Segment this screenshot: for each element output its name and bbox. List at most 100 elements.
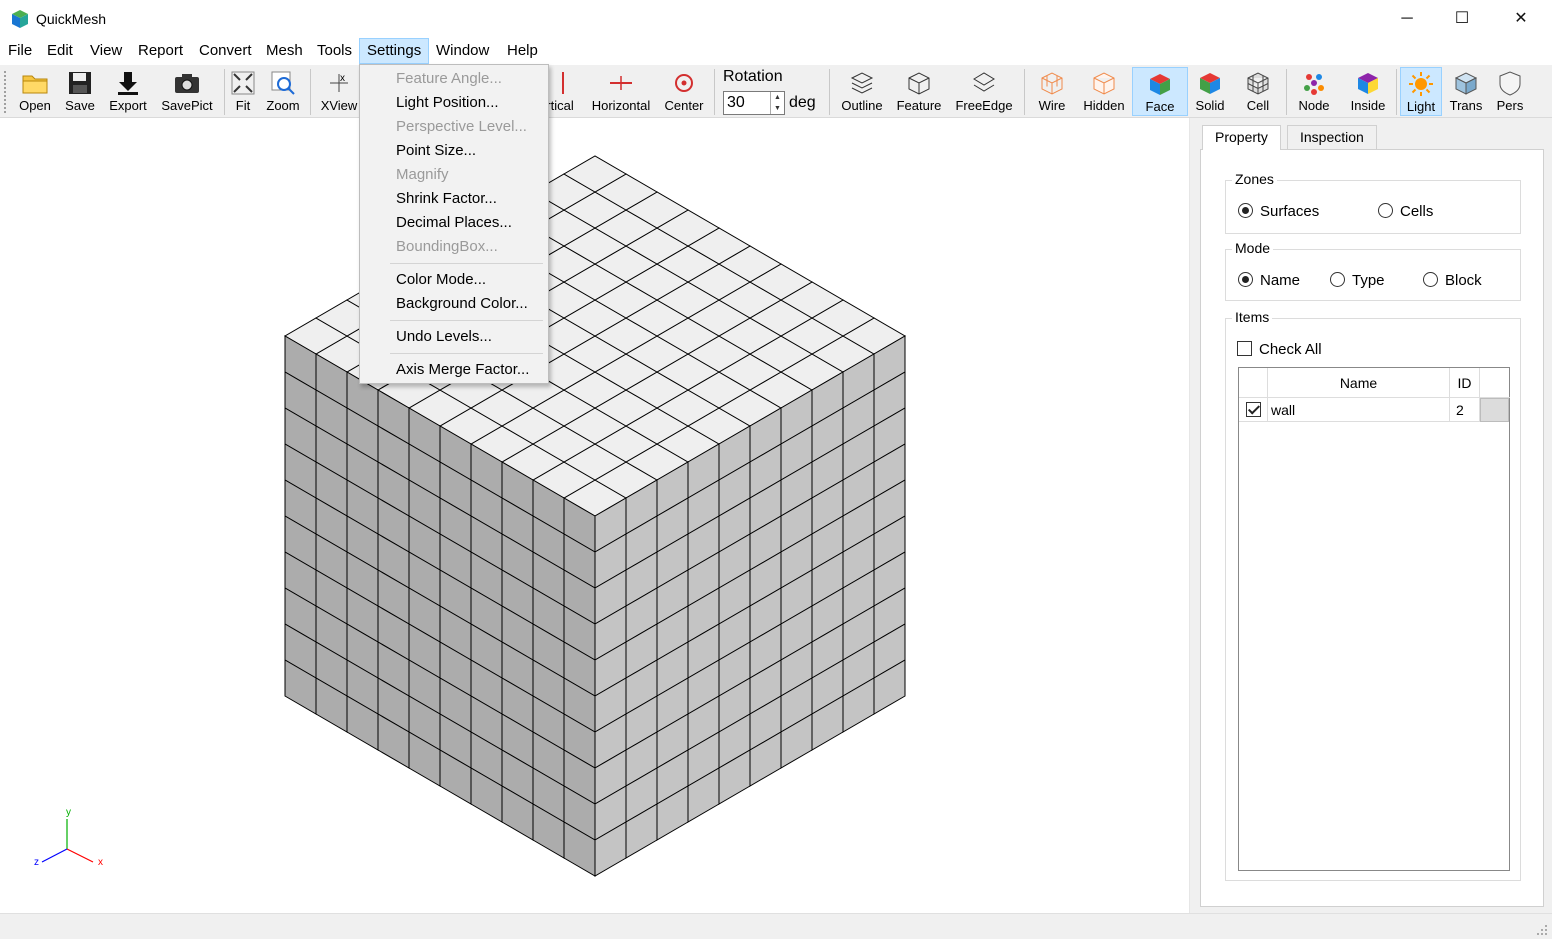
menu-item-point-size[interactable]: Point Size... <box>396 139 476 163</box>
menu-item-feature-angle[interactable]: Feature Angle... <box>396 67 502 91</box>
menu-item-color-mode[interactable]: Color Mode... <box>396 268 486 292</box>
menu-item-axis-merge-factor[interactable]: Axis Merge Factor... <box>396 358 529 382</box>
outline-button[interactable]: Outline <box>836 67 888 116</box>
mesh-canvas[interactable]: y x z <box>0 118 1190 913</box>
light-button[interactable]: Light <box>1400 67 1442 116</box>
horizontal-button[interactable]: Horizontal <box>590 67 652 116</box>
check-all-checkbox[interactable]: Check All <box>1237 341 1322 358</box>
trans-label: Trans <box>1449 98 1483 113</box>
menu-bar: File Edit View Report Convert Mesh Tools… <box>0 38 1552 65</box>
resize-grip-icon[interactable] <box>1536 924 1548 936</box>
open-button[interactable]: Open <box>12 67 58 116</box>
toolbar-grip[interactable] <box>4 71 7 113</box>
menu-item-light-position[interactable]: Light Position... <box>396 91 499 115</box>
menu-separator <box>390 353 543 354</box>
table-row-name[interactable]: wall <box>1268 398 1450 422</box>
table-row-color-swatch[interactable] <box>1480 398 1509 422</box>
mode-block-radio[interactable]: Block <box>1423 272 1482 289</box>
zoom-button[interactable]: Zoom <box>264 67 302 116</box>
checkbox-box <box>1246 402 1261 417</box>
wireframe-cube-icon <box>1041 72 1063 95</box>
inside-button[interactable]: Inside <box>1344 67 1392 116</box>
camera-icon <box>175 74 199 93</box>
zoom-label: Zoom <box>266 98 300 113</box>
center-button[interactable]: Center <box>660 67 708 116</box>
menu-item-decimal-places[interactable]: Decimal Places... <box>396 211 512 235</box>
menu-report[interactable]: Report <box>131 38 190 64</box>
menu-tools[interactable]: Tools <box>310 38 359 64</box>
settings-dropdown-menu: Feature Angle... Light Position... Persp… <box>359 64 549 384</box>
menu-item-bounding-box[interactable]: BoundingBox... <box>396 235 498 259</box>
pers-button[interactable]: Pers <box>1490 67 1530 116</box>
node-button[interactable]: Node <box>1292 67 1336 116</box>
menu-edit[interactable]: Edit <box>40 38 80 64</box>
cell-mesh-icon <box>1247 72 1269 95</box>
mode-group: Mode Name Type Block <box>1225 240 1521 301</box>
zones-surfaces-radio[interactable]: Surfaces <box>1238 203 1319 220</box>
face-button[interactable]: Face <box>1132 67 1188 116</box>
table-header-name[interactable]: Name <box>1268 368 1450 398</box>
minimize-button[interactable]: ─ <box>1378 0 1436 38</box>
menu-convert[interactable]: Convert <box>192 38 259 64</box>
rotation-label: Rotation <box>723 68 783 85</box>
maximize-button[interactable]: ☐ <box>1433 0 1491 38</box>
menu-window[interactable]: Window <box>429 38 496 64</box>
save-button[interactable]: Save <box>60 67 100 116</box>
table-row-checkbox[interactable] <box>1239 398 1268 422</box>
menu-mesh[interactable]: Mesh <box>259 38 310 64</box>
menu-item-magnify[interactable]: Magnify <box>396 163 449 187</box>
table-header-id[interactable]: ID <box>1450 368 1480 398</box>
mode-block-label: Block <box>1445 272 1482 289</box>
svg-text:x: x <box>340 73 345 84</box>
feature-button[interactable]: Feature <box>892 67 946 116</box>
tab-inspection[interactable]: Inspection <box>1287 125 1377 149</box>
zones-cells-radio[interactable]: Cells <box>1378 203 1433 220</box>
fit-view-icon <box>231 71 255 95</box>
download-arrow-icon <box>118 72 138 95</box>
cell-button[interactable]: Cell <box>1236 67 1280 116</box>
menu-item-undo-levels[interactable]: Undo Levels... <box>396 325 492 349</box>
solid-button[interactable]: Solid <box>1190 67 1230 116</box>
mesh-viewport[interactable]: y x z <box>0 118 1190 913</box>
trans-button[interactable]: Trans <box>1446 67 1486 116</box>
menu-item-perspective-level[interactable]: Perspective Level... <box>396 115 527 139</box>
axis-x-label: x <box>98 857 103 868</box>
toolbar-separator <box>224 69 225 115</box>
menu-item-shrink-factor[interactable]: Shrink Factor... <box>396 187 497 211</box>
inside-label: Inside <box>1350 98 1386 113</box>
open-label: Open <box>19 98 51 113</box>
menu-settings[interactable]: Settings <box>359 38 430 64</box>
pers-label: Pers <box>1496 98 1524 113</box>
mode-name-radio[interactable]: Name <box>1238 272 1300 289</box>
fit-button[interactable]: Fit <box>228 67 258 116</box>
toolbar-separator <box>1396 69 1397 115</box>
rotation-angle-input[interactable]: 30 ▲ ▼ <box>723 91 785 115</box>
tab-property[interactable]: Property <box>1202 125 1281 150</box>
table-row-id[interactable]: 2 <box>1450 398 1480 422</box>
close-button[interactable]: ✕ <box>1492 0 1550 38</box>
menu-file[interactable]: File <box>1 38 39 64</box>
checkbox-box <box>1237 341 1252 356</box>
freeedge-button[interactable]: FreeEdge <box>952 67 1016 116</box>
menu-view[interactable]: View <box>83 38 129 64</box>
x-axis-view-icon: x <box>330 73 348 92</box>
mode-name-label: Name <box>1260 272 1301 289</box>
sun-light-icon <box>1409 72 1433 96</box>
axis-z-label: z <box>34 857 39 868</box>
toolbar-separator <box>714 69 715 115</box>
rotation-spinner[interactable]: ▲ ▼ <box>770 92 784 114</box>
mode-type-label: Type <box>1352 272 1385 289</box>
xview-button[interactable]: x XView <box>318 67 360 116</box>
wire-button[interactable]: Wire <box>1030 67 1074 116</box>
transparent-cube-icon <box>1454 72 1478 95</box>
mode-type-radio[interactable]: Type <box>1330 272 1385 289</box>
savepict-label: SavePict <box>161 98 213 113</box>
radio-dot <box>1378 203 1393 218</box>
export-button[interactable]: Export <box>104 67 152 116</box>
perspective-shield-icon <box>1499 71 1521 96</box>
items-group: Items Check All Name ID wall 2 <box>1225 309 1521 881</box>
savepict-button[interactable]: SavePict <box>158 67 216 116</box>
hidden-button[interactable]: Hidden <box>1078 67 1130 116</box>
menu-help[interactable]: Help <box>500 38 545 64</box>
menu-item-background-color[interactable]: Background Color... <box>396 292 528 316</box>
